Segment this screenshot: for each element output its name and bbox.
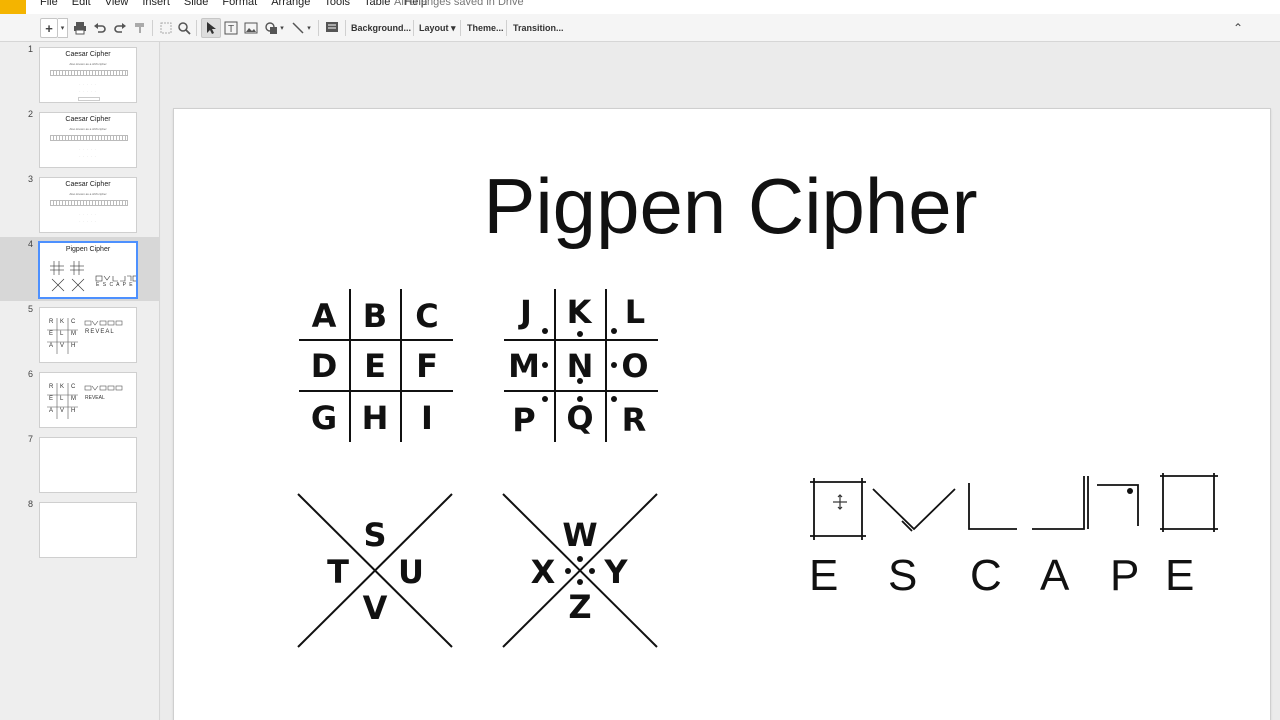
move-cursor-icon	[833, 494, 847, 510]
menu-insert[interactable]: Insert	[142, 0, 170, 8]
toolbar: + ▾ T ▾ ▾ Background... Layout ▾ Theme..…	[0, 14, 1280, 42]
redo-icon[interactable]	[110, 18, 130, 38]
slide-number: 2	[28, 109, 34, 119]
grid-letter-i[interactable]: I	[421, 399, 433, 437]
escape-letter-s[interactable]: S	[888, 551, 917, 601]
grid-letter-e[interactable]: E	[364, 347, 386, 385]
print-icon[interactable]	[70, 18, 90, 38]
slide-number: 1	[28, 44, 34, 54]
line-dropdown-icon[interactable]: ▾	[305, 18, 313, 38]
x-letter-w[interactable]: W	[562, 516, 597, 554]
slides-editor: File Edit View Insert Slide Format Arran…	[0, 0, 1280, 720]
thumb-alphabet-grid	[50, 135, 128, 141]
select-pointer-icon[interactable]	[201, 18, 221, 38]
slide-thumbnail-1[interactable]: 1 Caesar Cipher Also known as a shift ci…	[0, 42, 160, 106]
slide-filmstrip: 1 Caesar Cipher Also known as a shift ci…	[0, 42, 160, 720]
x-letter-y[interactable]: Y	[603, 553, 628, 591]
escape-letter-e1[interactable]: E	[809, 551, 838, 601]
pigpen-diagram: A B C D E F G H I J K L M N O P Q R S T …	[297, 289, 1218, 648]
theme-button[interactable]: Theme...	[465, 18, 506, 38]
thumb-title: Caesar Cipher	[65, 51, 111, 58]
escape-letter-c[interactable]: C	[970, 551, 1002, 601]
grid-letter-c[interactable]: C	[415, 297, 438, 335]
grid-letter-a[interactable]: A	[312, 297, 337, 335]
slide-thumbnail-7[interactable]: 7	[0, 432, 160, 496]
escape-symbol-dot	[1127, 488, 1133, 494]
thumb-alphabet-grid	[50, 70, 128, 76]
x-letter-t[interactable]: T	[327, 553, 349, 591]
grid-letter-f[interactable]: F	[416, 347, 438, 385]
x-letter-z[interactable]: Z	[568, 588, 591, 626]
slide-number: 5	[28, 304, 34, 314]
escape-cipher-symbols[interactable]	[810, 473, 1218, 540]
menu-format[interactable]: Format	[222, 0, 257, 8]
menu-slide[interactable]: Slide	[184, 0, 208, 8]
select-area-icon[interactable]	[156, 18, 176, 38]
grid-letter-k[interactable]: K	[567, 293, 593, 331]
grid-letter-o[interactable]: O	[621, 347, 648, 385]
menu-table[interactable]: Table	[364, 0, 390, 8]
thumb-title: Caesar Cipher	[65, 116, 111, 123]
text-box-icon[interactable]: T	[221, 18, 241, 38]
grid-letter-j[interactable]: J	[518, 293, 532, 331]
layout-button[interactable]: Layout ▾	[417, 18, 458, 38]
slide-number: 6	[28, 369, 34, 379]
shape-dropdown-icon[interactable]: ▾	[278, 18, 286, 38]
escape-letter-e2[interactable]: E	[1165, 551, 1194, 601]
image-icon[interactable]	[241, 18, 261, 38]
grid-letter-l[interactable]: L	[625, 293, 645, 331]
slide-thumbnail-8[interactable]: 8	[0, 497, 160, 561]
slide-number: 8	[28, 499, 34, 509]
thumb-subtitle: Also known as a shift cipher	[69, 127, 107, 131]
x-letter-u[interactable]: U	[398, 553, 424, 591]
slides-logo-icon[interactable]	[0, 0, 26, 14]
grid-letter-p[interactable]: P	[512, 401, 535, 439]
menu-file[interactable]: File	[40, 0, 58, 8]
paint-format-icon[interactable]	[130, 18, 150, 38]
thumb-word: E S C A P E	[96, 282, 134, 288]
background-button[interactable]: Background...	[349, 18, 413, 38]
menu-tools[interactable]: Tools	[324, 0, 350, 8]
slide-thumbnail-5[interactable]: 5 R K C E L M A V H REVEAL	[0, 302, 160, 366]
grid-letter-h[interactable]: H	[362, 399, 389, 437]
grid-letter-g[interactable]: G	[311, 399, 337, 437]
new-slide-dropdown[interactable]: ▾	[58, 18, 68, 38]
x-letter-s[interactable]: S	[363, 516, 386, 554]
grid-letter-q[interactable]: Q	[566, 399, 593, 437]
slide-number: 7	[28, 434, 34, 444]
menu-view[interactable]: View	[105, 0, 129, 8]
transition-button[interactable]: Transition...	[511, 18, 566, 38]
menu-edit[interactable]: Edit	[72, 0, 91, 8]
thumb-subtitle: Also known as a shift cipher	[69, 62, 107, 66]
comment-icon[interactable]	[322, 18, 342, 38]
menu-bar: File Edit View Insert Slide Format Arran…	[0, 0, 1280, 14]
save-status[interactable]: All changes saved in Drive	[394, 0, 524, 8]
escape-letter-p[interactable]: P	[1110, 551, 1139, 601]
thumb-word: REVEAL	[85, 395, 105, 401]
zoom-icon[interactable]	[174, 18, 194, 38]
menu-arrange[interactable]: Arrange	[271, 0, 310, 8]
x-letter-v[interactable]: V	[363, 589, 388, 627]
grid-letter-b[interactable]: B	[363, 297, 387, 335]
collapse-toolbar-icon[interactable]: ⌃	[1228, 18, 1248, 38]
thumb-word: REVEAL	[85, 329, 115, 335]
slide-thumbnail-6[interactable]: 6 R K C E L M A V H REVEAL	[0, 367, 160, 431]
grid-letter-d[interactable]: D	[311, 347, 338, 385]
x-letter-x[interactable]: X	[531, 553, 556, 591]
current-slide[interactable]: Pigpen Cipher A B C D E F G H I J K L M …	[173, 108, 1271, 720]
undo-icon[interactable]	[90, 18, 110, 38]
svg-text:T: T	[228, 24, 234, 35]
grid-letter-r[interactable]: R	[622, 401, 647, 439]
new-slide-button[interactable]: +	[40, 18, 58, 38]
grid-letter-m[interactable]: M	[508, 347, 540, 385]
escape-letter-a[interactable]: A	[1040, 551, 1069, 601]
